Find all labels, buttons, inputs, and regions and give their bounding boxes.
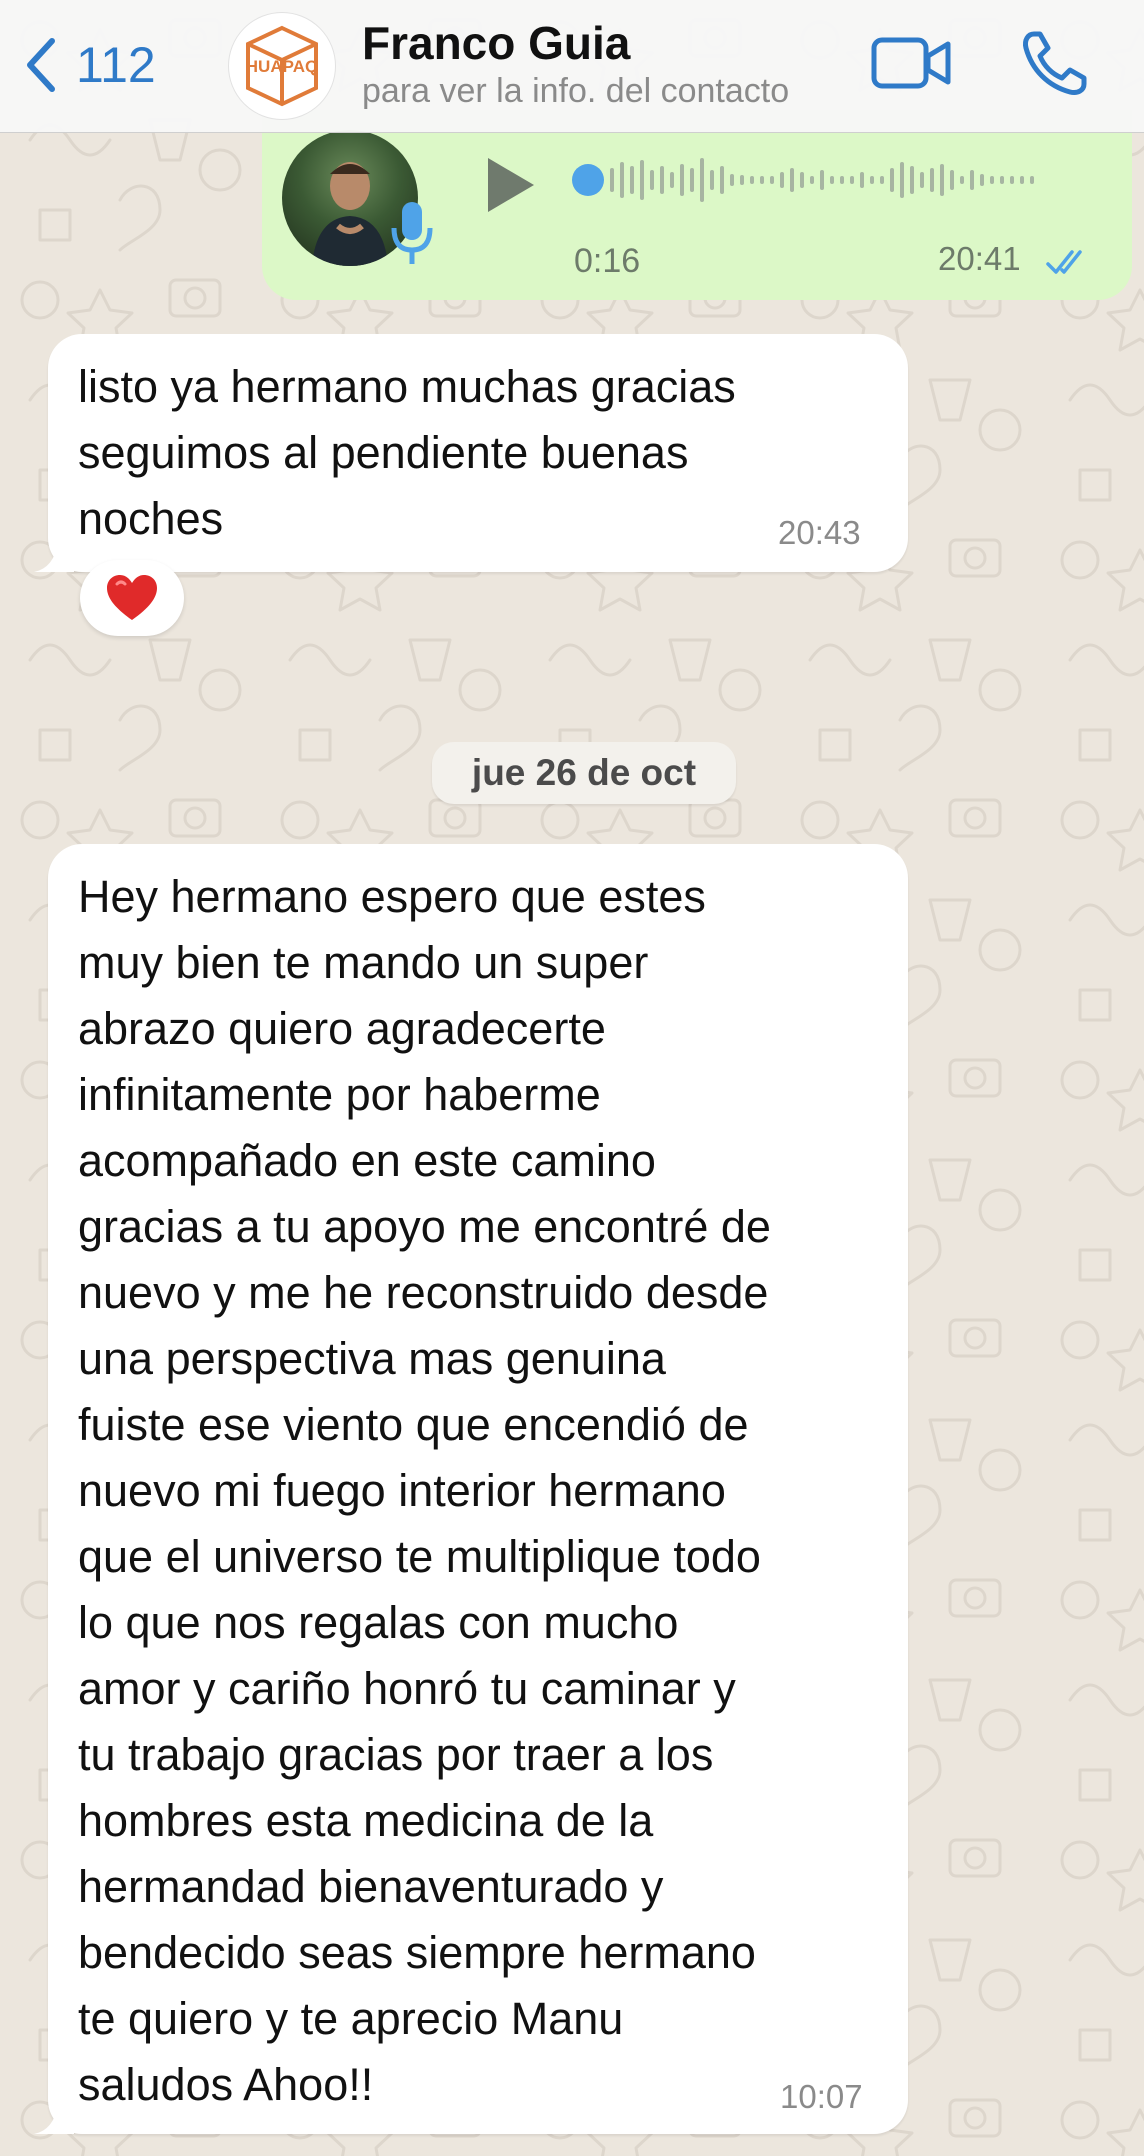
contact-name[interactable]: Franco Guia [362,16,630,70]
reaction-badge[interactable] [80,560,184,636]
contact-info-hint[interactable]: para ver la info. del contacto [362,72,789,111]
phone-icon[interactable] [1020,28,1090,98]
message-text: listo ya hermano muchas gracias seguimos… [78,361,736,544]
double-check-icon [1046,250,1082,274]
voice-duration: 0:16 [574,242,641,280]
svg-text:HUAPAQ: HUAPAQ [246,57,318,76]
huapaq-logo: HUAPAQ [246,25,318,107]
incoming-message[interactable]: listo ya hermano muchas gracias seguimos… [34,334,908,572]
play-icon[interactable] [480,150,540,220]
chat-header: 112 HUAPAQ Franco Guia para ver la info.… [0,0,1144,133]
microphone-icon [391,202,433,264]
message-text: Hey hermano espero que estes muy bien te… [78,871,771,2110]
message-time: 10:07 [780,2078,863,2115]
video-camera-icon[interactable] [870,30,952,96]
incoming-message[interactable]: Hey hermano espero que estes muy bien te… [34,844,908,2134]
chevron-left-icon [27,38,55,92]
bubble-tail [34,542,74,572]
back-button[interactable]: 112 [22,30,156,100]
message-time: 20:41 [938,240,1021,277]
voice-message-bubble[interactable]: 0:16 20:41 [262,110,1132,300]
bubble-tail [34,2104,74,2134]
date-separator: jue 26 de oct [432,742,736,804]
heart-icon [107,575,157,620]
unread-count: 112 [76,37,156,93]
message-time: 20:43 [778,514,861,551]
contact-avatar[interactable]: HUAPAQ [228,12,336,120]
audio-waveform[interactable] [572,150,1092,210]
waveform-scrubber [572,164,604,196]
